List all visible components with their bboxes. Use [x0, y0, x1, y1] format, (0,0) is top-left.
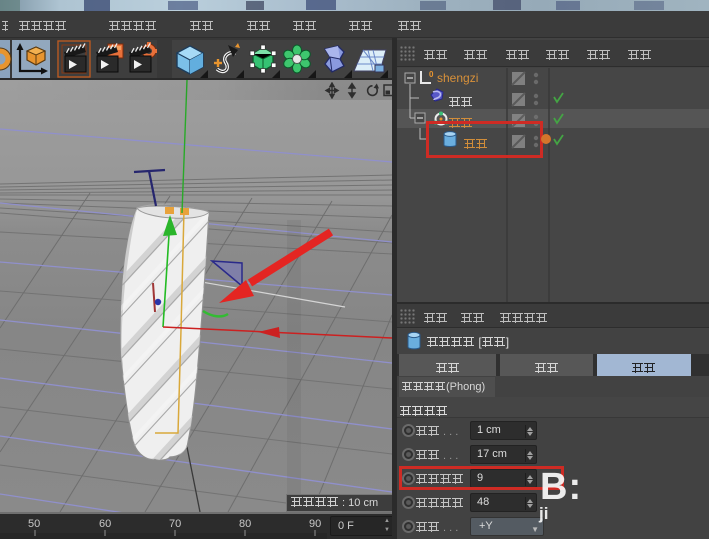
- svg-text:0: 0: [429, 70, 434, 79]
